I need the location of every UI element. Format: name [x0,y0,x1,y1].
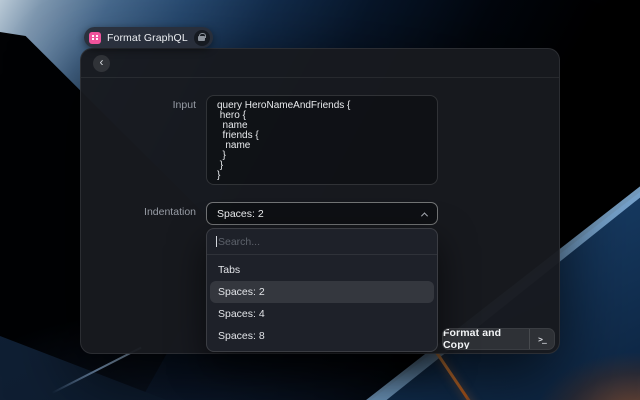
terminal-prompt-icon: >_ [529,329,554,349]
lock-icon [198,36,205,41]
option-tabs[interactable]: Tabs [210,259,434,281]
chevron-left-icon: ‹ [100,55,104,69]
lock-badge [194,30,210,46]
indentation-select[interactable]: Spaces: 2 [206,202,438,225]
graphql-extension-icon [89,32,101,44]
format-and-copy-label: Format and Copy [443,329,529,349]
window-header: ‹ [81,49,559,78]
indentation-field-label: Indentation [81,206,196,218]
chevron-up-icon [421,212,428,219]
graphql-input-textarea[interactable]: query HeroNameAndFriends { hero { name f… [206,95,438,185]
option-spaces-8[interactable]: Spaces: 8 [210,325,434,347]
option-spaces-2[interactable]: Spaces: 2 [210,281,434,303]
format-and-copy-button[interactable]: Format and Copy >_ [442,328,555,350]
option-spaces-4[interactable]: Spaces: 4 [210,303,434,325]
input-field-label: Input [81,99,196,111]
screen: Format GraphQL ‹ Input query HeroNameAnd… [0,0,640,400]
indentation-dropdown-panel: Tabs Spaces: 2 Spaces: 4 Spaces: 8 [206,228,438,352]
command-title: Format GraphQL [107,32,188,44]
text-cursor [216,236,217,247]
dropdown-search-row [207,229,437,255]
indentation-selected-value: Spaces: 2 [217,208,422,220]
back-button[interactable]: ‹ [93,55,110,72]
dropdown-search-input[interactable] [218,236,428,248]
command-window: ‹ Input query HeroNameAndFriends { hero … [80,48,560,354]
command-hud-pill[interactable]: Format GraphQL [84,27,213,48]
dropdown-option-list: Tabs Spaces: 2 Spaces: 4 Spaces: 8 [207,255,437,351]
